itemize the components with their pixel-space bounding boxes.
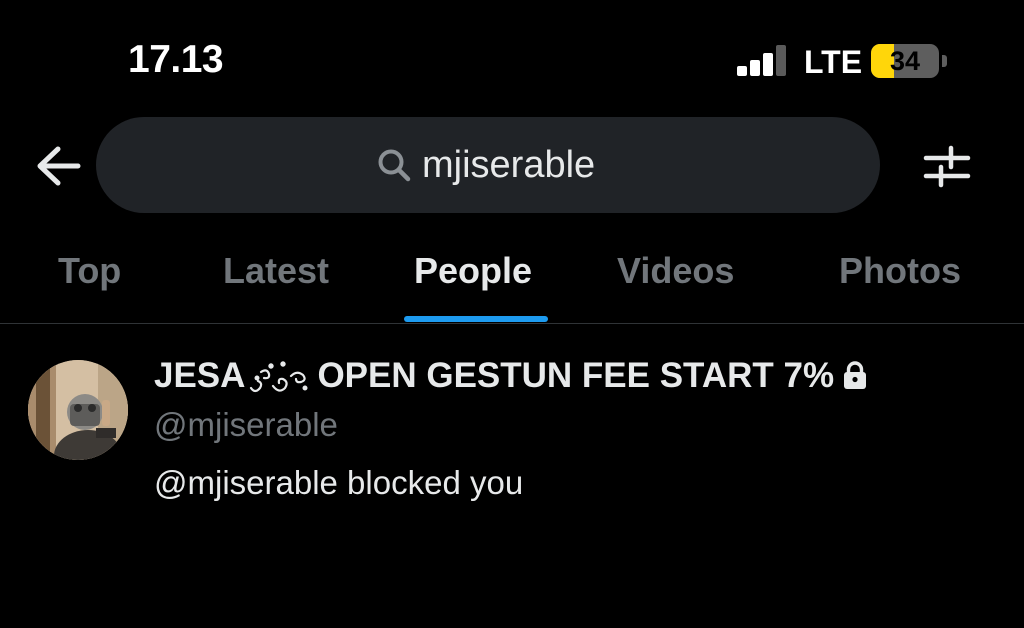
search-icon <box>378 149 411 182</box>
tab-top[interactable]: Top <box>58 250 121 292</box>
tab-people[interactable]: People <box>414 250 532 292</box>
display-name-prefix: JESA <box>154 356 246 395</box>
arrow-left-icon <box>37 146 81 186</box>
battery-level: 34 <box>889 46 921 76</box>
tab-photos[interactable]: Photos <box>839 250 961 292</box>
display-name-suffix: OPEN GESTUN FEE START 7% <box>317 356 835 395</box>
battery-nub <box>942 55 947 67</box>
user-result-row[interactable]: JESA OPEN GESTUN FEE START 7% @mjiserabl… <box>0 324 1024 524</box>
avatar[interactable] <box>28 360 128 460</box>
avatar-image <box>28 360 128 460</box>
status-bar: 17.13 LTE 34 <box>0 0 1024 110</box>
display-name: JESA OPEN GESTUN FEE START 7% <box>154 356 868 398</box>
swirl-decoration-icon <box>250 361 308 392</box>
back-button[interactable] <box>30 140 88 192</box>
lock-icon <box>844 361 867 389</box>
search-input[interactable] <box>422 137 862 193</box>
blocked-status-text: @mjiserable blocked you <box>154 464 524 501</box>
battery-icon: 34 <box>871 44 939 78</box>
network-type: LTE <box>804 44 863 80</box>
user-handle: @mjiserable <box>154 406 338 443</box>
search-filter-button[interactable] <box>920 140 974 192</box>
status-time: 17.13 <box>128 38 224 81</box>
search-tabs: Top Latest People Videos Photos <box>0 236 1024 324</box>
filter-sliders-icon <box>923 145 971 188</box>
tab-latest[interactable]: Latest <box>223 250 329 292</box>
cellular-signal-icon <box>737 44 789 76</box>
tab-videos[interactable]: Videos <box>617 250 734 292</box>
active-tab-indicator <box>404 316 548 322</box>
